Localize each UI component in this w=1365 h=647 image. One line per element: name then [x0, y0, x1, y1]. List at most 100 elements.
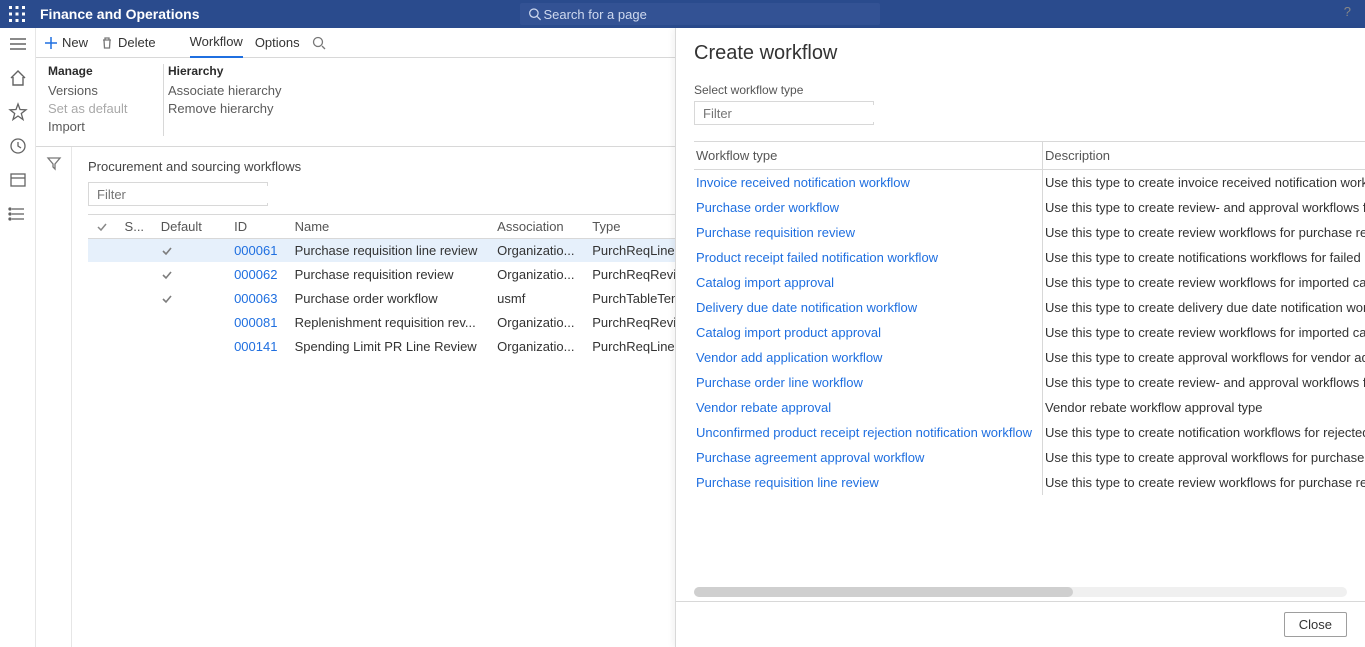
workflow-type-row[interactable]: Purchase requisition line reviewUse this…	[694, 470, 1365, 495]
workflow-type-link[interactable]: Vendor rebate approval	[694, 395, 1043, 420]
row-name: Spending Limit PR Line Review	[287, 335, 490, 359]
dialog-filter-input[interactable]	[701, 105, 881, 122]
new-button[interactable]: New	[44, 35, 88, 50]
workflow-type-desc: Use this type to create review workflows…	[1043, 270, 1365, 295]
row-id[interactable]: 000081	[226, 311, 287, 335]
workflow-type-desc: Use this type to create approval workflo…	[1043, 445, 1365, 470]
recent-icon[interactable]	[8, 136, 28, 156]
table-row[interactable]: 000081Replenishment requisition rev...Or…	[88, 311, 728, 335]
tab-workflow-label: Workflow	[190, 34, 243, 49]
row-name: Purchase requisition review	[287, 263, 490, 287]
workflow-grid: S... Default ID Name Association Type 00…	[88, 214, 728, 358]
workflow-type-desc: Use this type to create review workflows…	[1043, 220, 1365, 245]
col-id[interactable]: ID	[226, 215, 287, 239]
workflow-type-row[interactable]: Catalog import approvalUse this type to …	[694, 270, 1365, 295]
workflow-type-row[interactable]: Invoice received notification workflowUs…	[694, 170, 1365, 196]
row-name: Replenishment requisition rev...	[287, 311, 490, 335]
global-search-input[interactable]	[541, 6, 872, 23]
search-actions-icon[interactable]	[312, 36, 326, 50]
hierarchy-associate[interactable]: Associate hierarchy	[168, 82, 281, 100]
table-row[interactable]: 000061Purchase requisition line reviewOr…	[88, 239, 728, 263]
dialog-col-type[interactable]: Workflow type	[694, 142, 1043, 170]
manage-import[interactable]: Import	[48, 118, 143, 136]
manage-versions[interactable]: Versions	[48, 82, 143, 100]
col-name[interactable]: Name	[287, 215, 490, 239]
workflow-type-row[interactable]: Vendor add application workflowUse this …	[694, 345, 1365, 370]
modules-icon[interactable]	[8, 204, 28, 224]
hamburger-icon[interactable]	[8, 34, 28, 54]
row-association: usmf	[489, 287, 584, 311]
workflow-type-link[interactable]: Vendor add application workflow	[694, 345, 1043, 370]
row-name: Purchase requisition line review	[287, 239, 490, 263]
workflow-type-desc: Use this type to create notification wor…	[1043, 420, 1365, 445]
row-name: Purchase order workflow	[287, 287, 490, 311]
workflow-type-link[interactable]: Purchase order line workflow	[694, 370, 1043, 395]
home-icon[interactable]	[8, 68, 28, 88]
workflow-type-row[interactable]: Unconfirmed product receipt rejection no…	[694, 420, 1365, 445]
col-association[interactable]: Association	[489, 215, 584, 239]
filter-pane-icon[interactable]	[46, 155, 62, 647]
tab-options-label: Options	[255, 35, 300, 50]
workflow-type-desc: Use this type to create delivery due dat…	[1043, 295, 1365, 320]
workflow-type-desc: Use this type to create invoice received…	[1043, 170, 1365, 196]
row-id[interactable]: 000062	[226, 263, 287, 287]
dialog-col-desc[interactable]: Description	[1043, 142, 1365, 170]
workflow-type-link[interactable]: Purchase agreement approval workflow	[694, 445, 1043, 470]
workflow-type-desc: Use this type to create review workflows…	[1043, 470, 1365, 495]
workflow-type-row[interactable]: Purchase order workflowUse this type to …	[694, 195, 1365, 220]
check-icon	[161, 245, 218, 257]
help-icon[interactable]: ?	[1344, 4, 1351, 19]
table-row[interactable]: 000141Spending Limit PR Line ReviewOrgan…	[88, 335, 728, 359]
workflow-type-row[interactable]: Purchase agreement approval workflowUse …	[694, 445, 1365, 470]
workflow-type-link[interactable]: Catalog import product approval	[694, 320, 1043, 345]
table-row[interactable]: 000062Purchase requisition reviewOrganiz…	[88, 263, 728, 287]
create-workflow-dialog: Create workflow Select workflow type Wor…	[675, 28, 1365, 647]
workflow-type-row[interactable]: Product receipt failed notification work…	[694, 245, 1365, 270]
workflow-type-desc: Use this type to create review workflows…	[1043, 320, 1365, 345]
hierarchy-remove[interactable]: Remove hierarchy	[168, 100, 281, 118]
workflow-type-row[interactable]: Purchase order line workflowUse this typ…	[694, 370, 1365, 395]
workflow-type-desc: Use this type to create review- and appr…	[1043, 195, 1365, 220]
workflow-type-link[interactable]: Catalog import approval	[694, 270, 1043, 295]
workflow-type-link[interactable]: Delivery due date notification workflow	[694, 295, 1043, 320]
app-launcher-icon[interactable]	[8, 5, 26, 23]
workflow-type-row[interactable]: Delivery due date notification workflowU…	[694, 295, 1365, 320]
workflow-type-link[interactable]: Unconfirmed product receipt rejection no…	[694, 420, 1043, 445]
workflow-type-desc: Use this type to create notifications wo…	[1043, 245, 1365, 270]
col-default[interactable]: Default	[153, 215, 226, 239]
dialog-filter[interactable]	[694, 101, 874, 125]
group-hierarchy-title: Hierarchy	[168, 64, 281, 78]
new-label: New	[62, 35, 88, 50]
workflow-type-link[interactable]: Product receipt failed notification work…	[694, 245, 1043, 270]
favorite-icon[interactable]	[8, 102, 28, 122]
workflow-type-desc: Vendor rebate workflow approval type	[1043, 395, 1365, 420]
workflow-type-row[interactable]: Vendor rebate approvalVendor rebate work…	[694, 395, 1365, 420]
workflow-type-row[interactable]: Purchase requisition reviewUse this type…	[694, 220, 1365, 245]
row-id[interactable]: 000141	[226, 335, 287, 359]
workflow-type-link[interactable]: Invoice received notification workflow	[694, 170, 1043, 196]
row-id[interactable]: 000063	[226, 287, 287, 311]
workflow-type-link[interactable]: Purchase order workflow	[694, 195, 1043, 220]
col-s[interactable]: S...	[117, 215, 153, 239]
workflow-type-link[interactable]: Purchase requisition line review	[694, 470, 1043, 495]
global-search[interactable]	[520, 3, 880, 25]
tab-options[interactable]: Options	[255, 35, 300, 50]
close-button[interactable]: Close	[1284, 612, 1347, 637]
col-select[interactable]	[88, 215, 117, 239]
row-id[interactable]: 000061	[226, 239, 287, 263]
grid-filter[interactable]	[88, 182, 268, 206]
workflow-type-row[interactable]: Catalog import product approvalUse this …	[694, 320, 1365, 345]
tab-workflow[interactable]: Workflow	[190, 28, 243, 58]
grid-filter-input[interactable]	[95, 186, 275, 203]
delete-button[interactable]: Delete	[100, 35, 156, 50]
dialog-horizontal-scrollbar[interactable]	[694, 587, 1347, 597]
workspaces-icon[interactable]	[8, 170, 28, 190]
dialog-select-label: Select workflow type	[676, 71, 1365, 101]
check-icon	[161, 293, 218, 305]
row-association: Organizatio...	[489, 263, 584, 287]
workflow-type-desc: Use this type to create approval workflo…	[1043, 345, 1365, 370]
manage-set-default: Set as default	[48, 100, 143, 118]
workflow-type-link[interactable]: Purchase requisition review	[694, 220, 1043, 245]
table-row[interactable]: 000063Purchase order workflowusmfPurchTa…	[88, 287, 728, 311]
delete-label: Delete	[118, 35, 156, 50]
